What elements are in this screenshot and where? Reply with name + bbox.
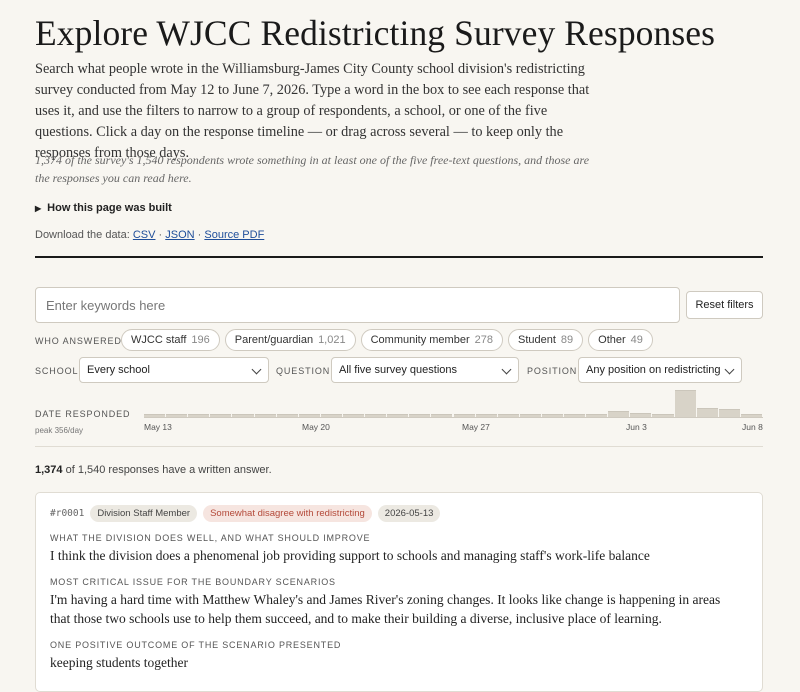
response-card: #r0001 Division Staff Member Somewhat di… [35, 492, 763, 692]
timeline-tick: Jun 3 [626, 422, 647, 432]
chevron-down-icon [724, 364, 735, 375]
download-separator: · [155, 229, 166, 241]
chip-count: 278 [474, 334, 493, 346]
intro-text: Search what people wrote in the Williams… [35, 61, 590, 161]
section-divider [35, 256, 763, 258]
chip-parent-guardian[interactable]: Parent/guardian 1,021 [224, 329, 356, 351]
date-responded-label: DATE RESPONDED [35, 409, 131, 419]
position-label: POSITION [527, 366, 578, 376]
position-select-value: Any position on redistricting [586, 364, 721, 376]
reset-filters-button[interactable]: Reset filters [686, 291, 763, 319]
position-select[interactable]: Any position on redistricting [578, 357, 742, 383]
page-title: Explore WJCC Redistricting Survey Respon… [35, 13, 716, 53]
timeline-tick: May 27 [462, 422, 490, 432]
divider [35, 446, 763, 447]
chip-count: 196 [191, 334, 210, 346]
timeline-bar[interactable] [674, 390, 696, 417]
chip-wjcc-staff[interactable]: WJCC staff 196 [121, 329, 220, 351]
chip-student[interactable]: Student 89 [507, 329, 584, 351]
timeline-bar[interactable] [696, 408, 718, 417]
how-built-label: How this page was built [47, 202, 172, 214]
chip-label: WJCC staff [131, 334, 187, 346]
response-timeline[interactable] [144, 387, 763, 417]
timeline-tick: May 13 [144, 422, 172, 432]
download-pdf-link[interactable]: Source PDF [204, 229, 264, 241]
question-label: QUESTION [276, 366, 331, 376]
role-badge: Division Staff Member [90, 505, 198, 522]
chip-community-member[interactable]: Community member 278 [360, 329, 503, 351]
answer-text: I think the division does a phenomenal j… [50, 548, 650, 563]
response-id: #r0001 [50, 508, 85, 519]
result-count-number: 1,374 [35, 464, 63, 476]
download-json-link[interactable]: JSON [165, 229, 194, 241]
question-label: MOST CRITICAL ISSUE FOR THE BOUNDARY SCE… [50, 577, 336, 587]
timeline-tick: May 20 [302, 422, 330, 432]
chip-count: 89 [560, 334, 574, 346]
question-label: ONE POSITIVE OUTCOME OF THE SCENARIO PRE… [50, 640, 342, 650]
chip-label: Student [517, 334, 556, 346]
chip-label: Other [598, 334, 626, 346]
answer-text: I'm having a hard time with Matthew Whal… [50, 592, 721, 626]
timeline-peak: peak 356/day [35, 426, 84, 435]
download-prefix: Download the data: [35, 229, 130, 241]
chevron-down-icon [501, 364, 512, 375]
school-label: SCHOOL [35, 366, 79, 376]
how-built-toggle[interactable]: ▶ How this page was built [35, 202, 172, 214]
coverage-note: 1,374 of the survey's 1,540 respondents … [35, 153, 590, 185]
timeline-tick: Jun 8 [742, 422, 763, 432]
position-badge: Somewhat disagree with redistricting [203, 505, 372, 522]
question-select-value: All five survey questions [339, 364, 457, 376]
timeline-axis [144, 417, 763, 418]
result-count-suffix: of 1,540 responses have a written answer… [65, 464, 272, 476]
download-csv-link[interactable]: CSV [133, 229, 156, 241]
school-select-value: Every school [87, 364, 150, 376]
chip-other[interactable]: Other 49 [588, 329, 653, 351]
date-badge: 2026-05-13 [377, 505, 441, 522]
download-separator: · [194, 229, 205, 241]
response-meta: #r0001 Division Staff Member Somewhat di… [50, 505, 441, 522]
school-select[interactable]: Every school [79, 357, 269, 383]
chip-label: Community member [370, 334, 470, 346]
disclosure-triangle-icon: ▶ [35, 203, 42, 213]
who-answered-chips: WJCC staff 196 Parent/guardian 1,021 Com… [121, 329, 653, 351]
search-input[interactable] [35, 287, 680, 323]
timeline-bar[interactable] [718, 409, 740, 417]
chip-label: Parent/guardian [234, 334, 314, 346]
chip-count: 49 [630, 334, 643, 346]
result-count: 1,374 of 1,540 responses have a written … [35, 464, 272, 476]
page: Explore WJCC Redistricting Survey Respon… [0, 0, 800, 692]
chip-count: 1,021 [318, 334, 346, 346]
question-select[interactable]: All five survey questions [331, 357, 519, 383]
answer-text: keeping students together [50, 655, 188, 670]
question-label: WHAT THE DIVISION DOES WELL, AND WHAT SH… [50, 533, 371, 543]
who-answered-label: WHO ANSWERED [35, 336, 122, 346]
chevron-down-icon [251, 364, 262, 375]
download-links: Download the data: CSV · JSON · Source P… [35, 229, 264, 241]
